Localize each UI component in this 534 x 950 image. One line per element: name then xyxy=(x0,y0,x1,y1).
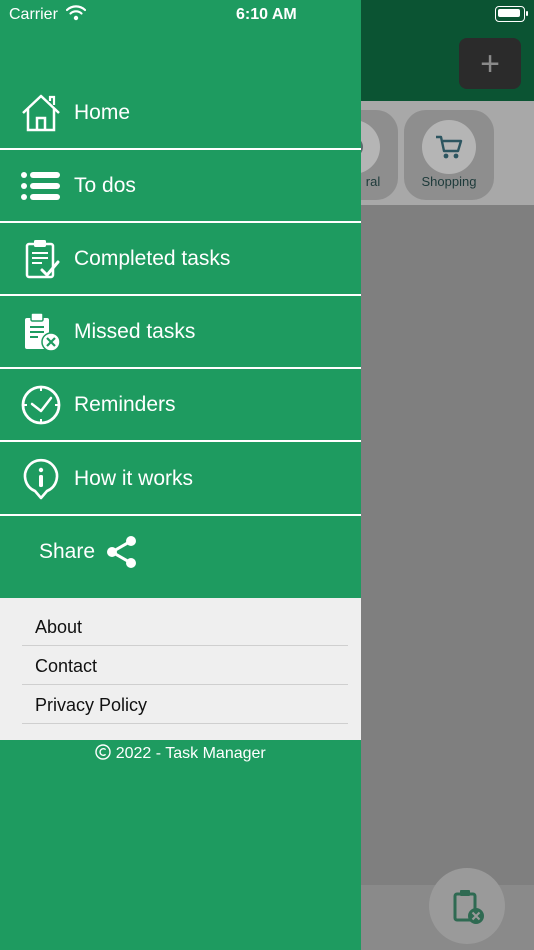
menu-item-reminders[interactable]: Reminders xyxy=(0,370,361,442)
clock-icon xyxy=(20,384,62,426)
menu-item-label: To dos xyxy=(74,174,136,197)
status-bar: Carrier 6:10 AM xyxy=(0,0,534,30)
clipboard-x-icon xyxy=(20,311,62,353)
menu-item-label: Missed tasks xyxy=(74,320,196,343)
add-task-button[interactable]: + xyxy=(459,38,521,89)
category-chip-shopping[interactable]: Shopping xyxy=(404,110,494,200)
copyright-footer: 2022 - Task Manager xyxy=(0,744,361,763)
share-label: Share xyxy=(39,540,96,563)
menu-item-label: How it works xyxy=(74,467,194,490)
menu-item-label: Completed tasks xyxy=(74,247,231,270)
copyright-icon xyxy=(95,744,111,760)
contact-link-label: Contact xyxy=(35,656,98,676)
menu-item-how-it-works[interactable]: How it works xyxy=(0,444,361,516)
carrier-label: Carrier xyxy=(9,6,58,23)
cart-icon xyxy=(422,120,476,174)
side-drawer: Home To dos Completed tasks Missed tasks… xyxy=(0,0,361,950)
about-link[interactable]: About xyxy=(22,608,348,646)
menu-item-home[interactable]: Home xyxy=(0,78,361,150)
privacy-policy-link[interactable]: Privacy Policy xyxy=(22,686,348,724)
contact-link[interactable]: Contact xyxy=(22,647,348,685)
wifi-icon xyxy=(66,5,86,21)
clipboard-x-icon xyxy=(453,890,484,924)
about-link-label: About xyxy=(35,617,83,637)
category-label: Shopping xyxy=(421,174,477,189)
list-icon xyxy=(20,165,62,207)
battery-icon xyxy=(495,6,528,22)
info-links: About Contact Privacy Policy xyxy=(0,598,361,740)
menu-item-todos[interactable]: To dos xyxy=(0,151,361,223)
info-icon xyxy=(20,458,62,500)
share-icon xyxy=(107,536,136,568)
menu-item-label: Home xyxy=(74,101,131,124)
menu-item-missed-tasks[interactable]: Missed tasks xyxy=(0,297,361,369)
clock-time: 6:10 AM xyxy=(236,6,297,23)
copyright-text: 2022 - Task Manager xyxy=(115,745,266,762)
clipboard-check-icon xyxy=(20,238,62,280)
privacy-policy-link-label: Privacy Policy xyxy=(35,695,148,715)
missed-tasks-tab[interactable] xyxy=(429,868,505,944)
plus-icon: + xyxy=(480,44,500,83)
home-icon xyxy=(20,92,62,134)
menu-item-completed-tasks[interactable]: Completed tasks xyxy=(0,224,361,296)
share-button[interactable]: Share xyxy=(0,520,361,582)
menu-item-label: Reminders xyxy=(74,393,176,416)
